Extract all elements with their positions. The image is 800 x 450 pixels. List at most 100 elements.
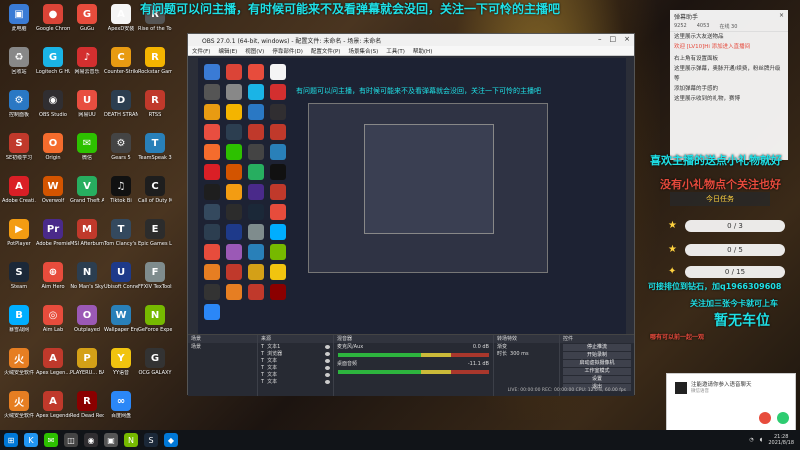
danmaku-chat-panel[interactable]: 弹幕助手 × 9252 4053 在线 30 这里展示大友送物品 欢迎 [LV10]H… — [670, 10, 788, 160]
desktop-icon[interactable]: T Tom Clancy's R... — [104, 219, 138, 257]
desktop-icon[interactable]: W Wallpaper Engine — [104, 305, 138, 343]
desktop-icon[interactable]: U 网易UU — [70, 90, 104, 128]
app-icon[interactable]: ◫ — [64, 433, 78, 447]
steam-icon[interactable]: S — [144, 433, 158, 447]
nvidia-icon[interactable]: N — [124, 433, 138, 447]
source-item[interactable]: T 文本 — [258, 371, 333, 378]
desktop-icon[interactable]: C Call of Duty Modern... — [138, 176, 172, 214]
desktop-icon[interactable]: ⊕ Aim Hero — [36, 262, 70, 300]
desktop-icon[interactable]: 火火绒安全软件 — [2, 391, 36, 429]
obs-menu-item[interactable]: 场景集合(S) — [348, 47, 378, 55]
obs-menu-item[interactable]: 视图(V) — [245, 47, 264, 55]
transition-select[interactable]: 渐变 — [494, 343, 559, 350]
desktop-icon[interactable]: A ApexD安装 — [104, 4, 138, 42]
desktop-icon[interactable]: A Apex Legends — [36, 391, 70, 429]
desktop-icon[interactable]: ▣ 此电脑 — [2, 4, 36, 42]
obs-control-button[interactable]: 停止推流 — [563, 344, 631, 351]
obs-control-button[interactable]: 设置 — [563, 376, 631, 383]
minimize-icon[interactable]: – — [598, 35, 602, 43]
obs-control-button[interactable]: 开始录制 — [563, 352, 631, 359]
maximize-icon[interactable]: □ — [610, 35, 617, 43]
desktop-icon[interactable]: R Rockstar Games — [138, 47, 172, 85]
desktop-icon[interactable]: A Adobe Creati... — [2, 176, 36, 214]
obs-menu-item[interactable]: 帮助(H) — [413, 47, 432, 55]
obs-menu-item[interactable]: 配置文件(P) — [311, 47, 341, 55]
scene-item[interactable]: 场景 — [188, 343, 257, 350]
transition-duration[interactable]: 时长 300 ms — [494, 350, 559, 358]
source-item[interactable]: T 文本 — [258, 378, 333, 385]
visibility-eye-icon[interactable] — [325, 372, 330, 377]
desktop-icon[interactable]: ◎ Aim Lab — [36, 305, 70, 343]
visibility-eye-icon[interactable] — [325, 351, 330, 356]
browser-icon[interactable]: ◆ — [164, 433, 178, 447]
volume-icon[interactable]: ◖ — [760, 437, 763, 443]
desktop-icon[interactable]: V Grand Theft Auto V — [70, 176, 104, 214]
desktop-icon[interactable]: S Steam — [2, 262, 36, 300]
windows-start-icon[interactable]: ⊞ — [4, 433, 18, 447]
desktop-icon[interactable]: O Origin — [36, 133, 70, 171]
obs-menu-item[interactable]: 文件(F) — [192, 47, 210, 55]
obs-menu-item[interactable]: 编辑(E) — [218, 47, 237, 55]
source-item[interactable]: T 文本 — [258, 364, 333, 371]
obs-icon[interactable]: ◉ — [84, 433, 98, 447]
network-icon[interactable]: ◔ — [749, 437, 753, 443]
desktop-icon[interactable]: Pr Adobe Premie... — [36, 219, 70, 257]
desktop-icon[interactable]: O Outplayed — [70, 305, 104, 343]
desktop-icon[interactable]: E Epic Games Launcher — [138, 219, 172, 257]
source-item[interactable]: T 浏览器 — [258, 350, 333, 357]
desktop-icon[interactable]: ♻ 回收站 — [2, 47, 36, 85]
desktop-icon[interactable]: F FFXIV TexTools — [138, 262, 172, 300]
desktop-icon[interactable]: D DEATH STRANDING — [104, 90, 138, 128]
desktop-icon[interactable]: A Apex Legen... — [36, 348, 70, 386]
visibility-eye-icon[interactable] — [325, 379, 330, 384]
answer-call-button[interactable] — [777, 412, 789, 424]
desktop-icon[interactable]: B 暴雪战网 — [2, 305, 36, 343]
app-k-icon[interactable]: K — [24, 433, 38, 447]
desktop-icon[interactable]: S SE初级学习 — [2, 133, 36, 171]
close-icon[interactable]: × — [779, 12, 784, 19]
desktop-icon[interactable]: G OCG GALAXY — [138, 348, 172, 386]
desktop-icon[interactable]: ◉ OBS Studio — [36, 90, 70, 128]
desktop-icon[interactable]: ● Google Chrome — [36, 4, 70, 42]
visibility-eye-icon[interactable] — [325, 358, 330, 363]
desktop-icon[interactable]: ⚙ Gears 5 — [104, 133, 138, 171]
desktop-icon[interactable]: ♫ Tiktok Bi — [104, 176, 138, 214]
source-item[interactable]: T 文本 — [258, 357, 333, 364]
desktop-icon[interactable]: ⚙ 控制面板 — [2, 90, 36, 128]
obs-window[interactable]: OBS 27.0.1 (64-bit, windows) - 配置文件: 未命名… — [187, 33, 635, 396]
desktop-icon[interactable]: P PLAYERU... BATTLEGR... — [70, 348, 104, 386]
wechat-icon[interactable]: ✉ — [44, 433, 58, 447]
obs-menu-item[interactable]: 停靠部件(D) — [272, 47, 303, 55]
obs-title-bar[interactable]: OBS 27.0.1 (64-bit, windows) - 配置文件: 未命名… — [188, 34, 634, 46]
app-icon[interactable]: ▣ — [104, 433, 118, 447]
desktop-icon[interactable]: ∞ 百度网盘 — [104, 391, 138, 429]
obs-control-button[interactable]: 启动虚拟摄像机 — [563, 360, 631, 367]
desktop-icon[interactable]: G GuGu — [70, 4, 104, 42]
source-item[interactable]: T 文本1 — [258, 343, 333, 350]
desktop-icon[interactable]: Y YY语音 — [104, 348, 138, 386]
desktop-icon[interactable]: ♪ 网易云音乐 — [70, 47, 104, 85]
voice-call-notification[interactable]: 注能邀请你参入语音聊天 微信语音 — [666, 373, 796, 431]
desktop-icon[interactable]: ✉ 微信 — [70, 133, 104, 171]
desktop-icon[interactable]: N GeForce Experience — [138, 305, 172, 343]
desktop-icon[interactable]: ▶ PotPlayer — [2, 219, 36, 257]
desktop-icon[interactable]: R RTSS — [138, 90, 172, 128]
desktop-icon[interactable]: W Overwolf — [36, 176, 70, 214]
desktop-icon[interactable]: M MSI Afterburner — [70, 219, 104, 257]
task-progress: 0 / 5 — [685, 244, 785, 256]
desktop-icon[interactable]: T TeamSpeak 3 — [138, 133, 172, 171]
obs-control-button[interactable]: 工作室模式 — [563, 368, 631, 375]
desktop-icon[interactable]: N No Man's Sky — [70, 262, 104, 300]
desktop-icon[interactable]: G Logitech G HUB — [36, 47, 70, 85]
desktop-icon[interactable]: R Red Dead Redempti... — [70, 391, 104, 429]
taskbar-clock[interactable]: 21:28 2021/8/18 — [768, 434, 794, 446]
visibility-eye-icon[interactable] — [325, 344, 330, 349]
close-icon[interactable]: × — [624, 35, 630, 43]
desktop-icon[interactable]: U Ubisoft Connect — [104, 262, 138, 300]
obs-menu-item[interactable]: 工具(T) — [386, 47, 405, 55]
decline-call-button[interactable] — [759, 412, 771, 424]
desktop-icon[interactable]: C Counter-Strike Global Off... — [104, 47, 138, 85]
desktop-icon[interactable]: 火火绒安全软件 — [2, 348, 36, 386]
visibility-eye-icon[interactable] — [325, 365, 330, 370]
obs-preview[interactable]: 有问题可以问主播，有时候可能来不及看弹幕就会没回，关注一下可怜的主播吧 — [198, 58, 626, 334]
